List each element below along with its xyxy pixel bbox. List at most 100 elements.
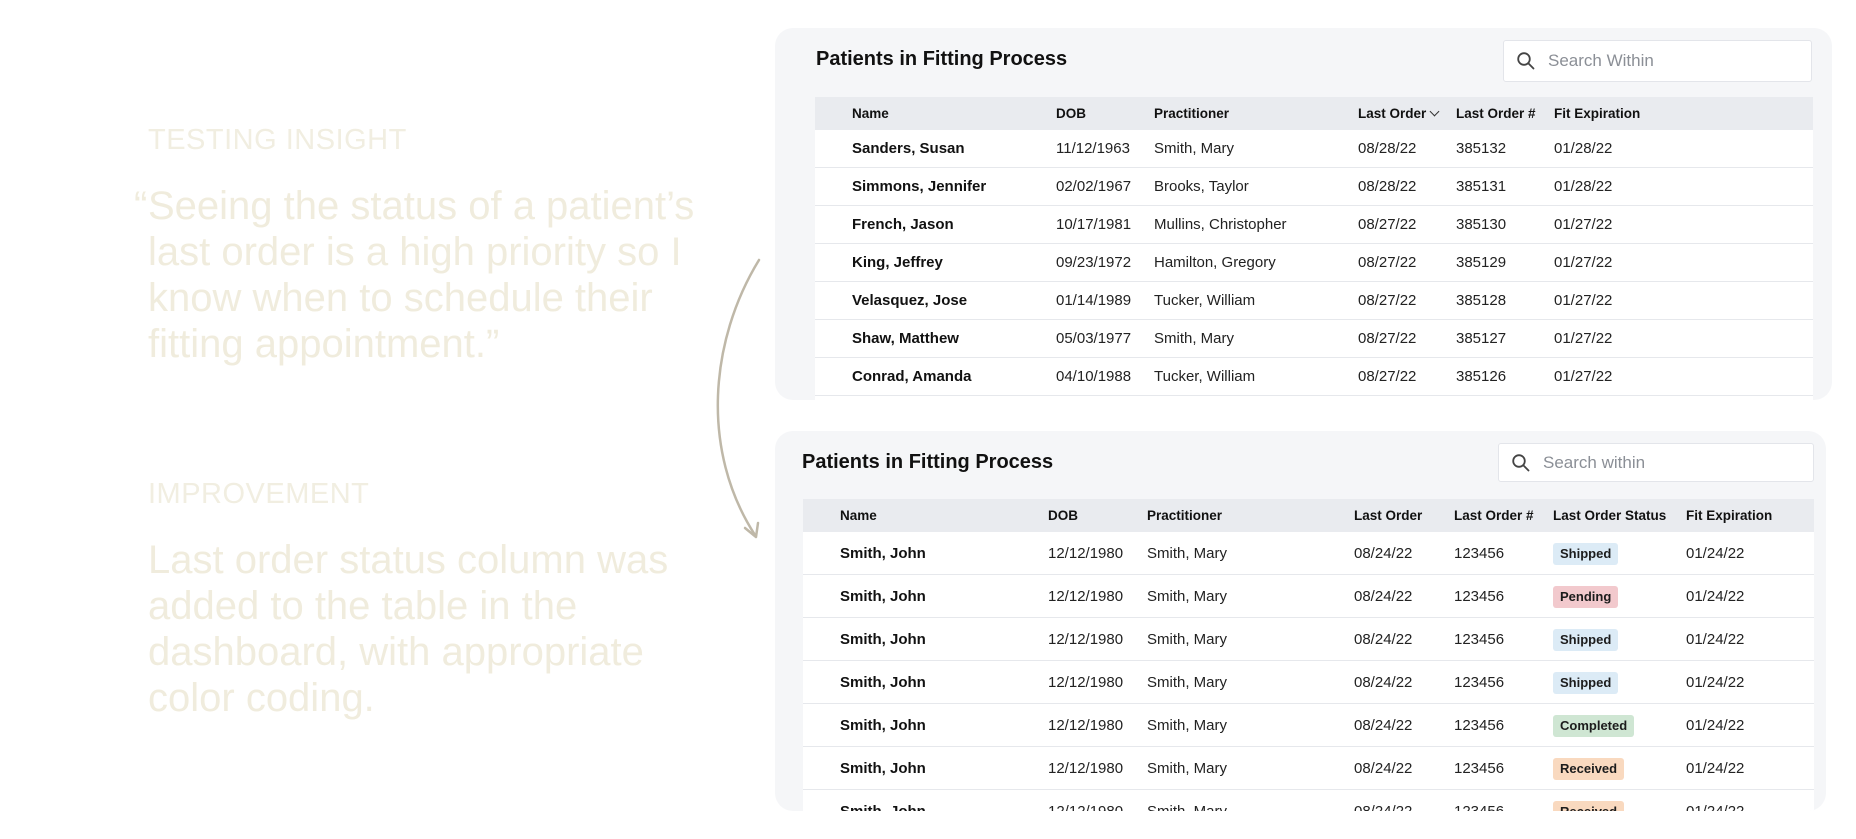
dob-cell: 12/12/1980 <box>1048 545 1124 562</box>
search-icon <box>1517 52 1535 70</box>
column-header-last-order[interactable]: Last Order <box>1354 499 1422 532</box>
order-number-cell: 123456 <box>1454 790 1504 811</box>
column-header-practitioner[interactable]: Practitioner <box>1147 499 1222 532</box>
order-number-cell: 123456 <box>1454 631 1505 648</box>
status-badge: Shipped <box>1553 672 1619 695</box>
insight-line: know when to schedule their <box>148 276 653 320</box>
column-header-last-order-number[interactable]: Last Order # <box>1454 499 1534 532</box>
table-row[interactable]: Conrad, Amanda 04/10/1988 Tucker, William 0… <box>815 358 1813 396</box>
table-row[interactable]: Smith, John 12/12/1980 Smith, Mary 08/24/22… <box>803 790 1814 811</box>
practitioner-cell: Tucker, William <box>1154 368 1256 385</box>
table-row[interactable]: Simmons, Jennifer 02/02/1967 Brooks, Taylo… <box>815 168 1813 206</box>
insight-line: last order is a high priority so I <box>148 230 682 274</box>
last-order-cell: 08/24/22 <box>1354 674 1413 691</box>
table-row[interactable]: Sanders, Susan 11/12/1963 Smith, Mary 08/28… <box>815 130 1813 168</box>
table-row[interactable]: Smith, John 12/12/1980 Smith, Mary 08/24/22… <box>803 575 1814 618</box>
column-header-practitioner[interactable]: Practitioner <box>1154 97 1229 130</box>
sort-chevron-down-icon <box>1429 106 1440 117</box>
order-number-cell: 123456 <box>1454 545 1505 562</box>
order-number-cell: 385129 <box>1456 254 1507 271</box>
dob-cell: 12/12/1980 <box>1048 760 1124 777</box>
last-order-cell: 08/28/22 <box>1358 140 1417 157</box>
status-cell: Received <box>1553 790 1625 811</box>
practitioner-cell: Tucker, William <box>1154 292 1256 309</box>
dob-cell: 04/10/1988 <box>1056 368 1132 385</box>
patient-name-cell: Simmons, Jennifer <box>852 178 987 195</box>
panel-title: Patients in Fitting Process <box>802 451 1054 473</box>
table-row[interactable]: Smith, John 12/12/1980 Smith, Mary 08/24/22… <box>803 618 1814 661</box>
before-table-panel: Patients in Fitting Process Name DOB Pra… <box>775 28 1832 400</box>
patient-name-cell: Smith, John <box>840 717 926 734</box>
last-order-cell: 08/27/22 <box>1358 292 1417 309</box>
practitioner-cell: Smith, Mary <box>1147 674 1228 691</box>
fit-expiration-cell: 01/24/22 <box>1686 631 1745 648</box>
status-cell: Received <box>1553 747 1625 790</box>
dob-cell: 09/23/1972 <box>1056 254 1132 271</box>
fit-expiration-cell: 01/24/22 <box>1686 545 1745 562</box>
order-number-cell: 385130 <box>1456 216 1507 233</box>
order-number-cell: 385128 <box>1456 292 1507 309</box>
patient-name-cell: Shaw, Matthew <box>852 330 959 347</box>
column-header-dob[interactable]: DOB <box>1056 97 1086 130</box>
last-order-cell: 08/24/22 <box>1354 631 1413 648</box>
status-badge: Completed <box>1553 715 1635 738</box>
dob-cell: 12/12/1980 <box>1048 588 1124 605</box>
column-header-last-order-number[interactable]: Last Order # <box>1456 97 1536 130</box>
panel-title: Patients in Fitting Process <box>816 48 1068 70</box>
last-order-cell: 08/27/22 <box>1358 216 1417 233</box>
practitioner-cell: Smith, Mary <box>1147 588 1228 605</box>
practitioner-cell: Mullins, Christopher <box>1154 216 1287 233</box>
search-box[interactable] <box>1503 40 1812 82</box>
column-header-fit-expiration[interactable]: Fit Expiration <box>1686 499 1772 532</box>
table-row[interactable]: French, Jason 10/17/1981 Mullins, Christop… <box>815 206 1813 244</box>
last-order-cell: 08/24/22 <box>1354 545 1413 562</box>
status-cell: Shipped <box>1553 618 1619 661</box>
dob-cell: 02/02/1967 <box>1056 178 1132 195</box>
table-row[interactable]: Smith, John 12/12/1980 Smith, Mary 08/24/22… <box>803 704 1814 747</box>
fit-expiration-cell: 01/27/22 <box>1554 330 1613 347</box>
fit-expiration-cell: 01/24/22 <box>1686 674 1745 691</box>
order-number-cell: 123456 <box>1454 760 1505 777</box>
search-icon <box>1512 453 1530 471</box>
last-order-cell: 08/28/22 <box>1358 178 1417 195</box>
order-number-cell: 385126 <box>1456 368 1507 385</box>
page: TESTING INSIGHT “ Seeing the status of a… <box>0 0 1856 839</box>
patient-name-cell: Smith, John <box>840 790 926 811</box>
fit-expiration-cell: 01/28/22 <box>1554 178 1613 195</box>
table-header: Name DOB Practitioner Last Order Last Or… <box>815 97 1813 130</box>
dob-cell: 11/12/1963 <box>1056 140 1130 157</box>
dob-cell: 12/12/1980 <box>1048 790 1123 811</box>
status-badge: Received <box>1553 801 1625 811</box>
status-cell: Shipped <box>1553 661 1619 704</box>
table-row[interactable]: Velasquez, Jose 01/14/1989 Tucker, William… <box>815 282 1813 320</box>
column-header-dob[interactable]: DOB <box>1048 499 1078 532</box>
table-row[interactable]: Smith, John 12/12/1980 Smith, Mary 08/24/22… <box>803 532 1814 575</box>
status-badge: Shipped <box>1553 629 1619 652</box>
search-input[interactable] <box>1543 452 1763 473</box>
status-cell: Completed <box>1553 704 1635 747</box>
last-order-cell: 08/27/22 <box>1358 368 1417 385</box>
table-header: Name DOB Practitioner Last Order Last Or… <box>803 499 1814 532</box>
search-input[interactable] <box>1548 51 1768 71</box>
improvement-line: added to the table in the <box>148 584 578 628</box>
table-row[interactable]: Smith, John 12/12/1980 Smith, Mary 08/24/22… <box>803 747 1814 790</box>
last-order-cell: 08/27/22 <box>1358 254 1417 271</box>
column-header-fit-expiration[interactable]: Fit Expiration <box>1554 97 1640 130</box>
column-header-name[interactable]: Name <box>840 499 877 532</box>
dob-cell: 12/12/1980 <box>1048 631 1124 648</box>
improvement-description: Last order status column was added to th… <box>148 537 708 721</box>
fit-expiration-cell: 01/27/22 <box>1554 368 1613 385</box>
insight-line: Seeing the status of a patient’s <box>148 184 695 228</box>
dob-cell: 05/03/1977 <box>1056 330 1132 347</box>
last-order-cell: 08/24/22 <box>1354 760 1413 777</box>
status-badge: Received <box>1553 758 1625 781</box>
column-header-name[interactable]: Name <box>852 97 889 130</box>
table-row[interactable]: Smith, John 12/12/1980 Smith, Mary 08/24/22… <box>803 661 1814 704</box>
last-order-cell: 08/24/22 <box>1354 717 1413 734</box>
search-box[interactable] <box>1498 443 1814 482</box>
column-header-last-order[interactable]: Last Order <box>1358 97 1440 130</box>
table-row[interactable]: Shaw, Matthew 05/03/1977 Smith, Mary 08/27/… <box>815 320 1813 358</box>
column-header-last-order-status[interactable]: Last Order Status <box>1553 499 1666 532</box>
fit-expiration-cell: 01/27/22 <box>1554 292 1613 309</box>
table-row[interactable]: King, Jeffrey 09/23/1972 Hamilton, Gregory… <box>815 244 1813 282</box>
